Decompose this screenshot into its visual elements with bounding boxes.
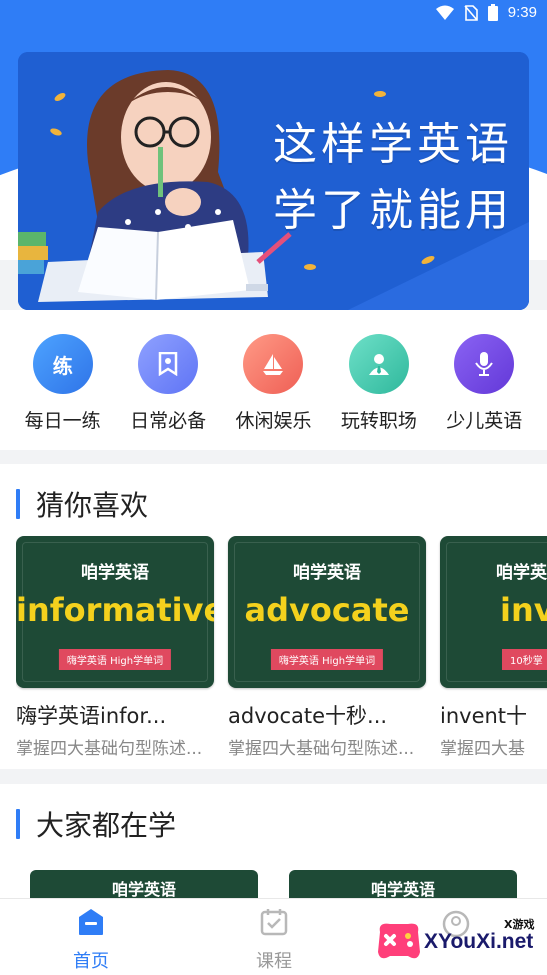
thumbnail-brand: 咱学英语 bbox=[370, 880, 435, 898]
course-subtitle: 掌握四大基础句型陈述... bbox=[16, 739, 203, 759]
section-header: 大家都在学 bbox=[16, 804, 176, 844]
banner-headline: 这样学英语 学了就能用 bbox=[273, 112, 513, 244]
course-card-peek[interactable]: 咱学英语 bbox=[30, 870, 258, 898]
status-time: 9:39 bbox=[507, 4, 537, 21]
battery-icon bbox=[487, 4, 498, 21]
course-title: invent十 bbox=[440, 704, 528, 728]
category-workplace[interactable]: 玩转职场 bbox=[331, 330, 427, 440]
thumbnail-word: advocate bbox=[244, 591, 410, 629]
thumbnail-tag: 嗨学英语 High学单词 bbox=[270, 649, 384, 670]
section-header: 猜你喜欢 bbox=[16, 484, 148, 524]
wifi-icon bbox=[435, 5, 454, 20]
category-kids-english[interactable]: 少儿英语 bbox=[436, 330, 532, 440]
thumbnail-brand: 咱学英语 bbox=[111, 880, 176, 898]
site-watermark: X游戏 XYouXi.net bbox=[372, 908, 547, 970]
tab-label: 首页 bbox=[73, 951, 109, 972]
course-thumbnail: 咱学英语 inv 10秒掌 bbox=[440, 536, 547, 688]
banner-line-2: 学了就能用 bbox=[273, 185, 513, 236]
tab-courses[interactable]: 课程 bbox=[229, 907, 319, 973]
no-sim-icon bbox=[464, 4, 478, 21]
course-card[interactable]: 咱学英语 advocate 嗨学英语 High学单词 advocate十秒...… bbox=[228, 536, 426, 759]
thumbnail-tag: 嗨学英语 High学单词 bbox=[58, 649, 172, 670]
microphone-icon bbox=[454, 334, 515, 394]
bookmark-icon bbox=[138, 334, 199, 394]
course-card-peek[interactable]: 咱学英语 bbox=[289, 870, 517, 898]
guess-you-like-section: 猜你喜欢 咱学英语 informative 嗨学英语 High学单词 嗨学英语i… bbox=[0, 464, 547, 769]
calendar-check-icon bbox=[260, 909, 288, 936]
course-card[interactable]: 咱学英语 inv 10秒掌 invent十 掌握四大基 bbox=[440, 536, 547, 759]
section-title: 大家都在学 bbox=[36, 809, 177, 842]
watermark-text: XYouXi.net bbox=[424, 930, 534, 953]
category-label: 玩转职场 bbox=[340, 410, 417, 432]
gamepad-icon bbox=[378, 923, 420, 959]
category-label: 日常必备 bbox=[130, 410, 207, 432]
section-title: 猜你喜欢 bbox=[36, 489, 149, 522]
category-row: 练 每日一练 日常必备 休闲娱乐 玩转职场 少儿英语 bbox=[0, 330, 547, 440]
category-daily-essentials[interactable]: 日常必备 bbox=[120, 330, 216, 440]
category-label: 少儿英语 bbox=[446, 410, 523, 432]
lian-icon: 练 bbox=[32, 334, 93, 394]
thumbnail-brand: 咱学英语 bbox=[496, 563, 547, 583]
promo-banner[interactable]: 这样学英语 学了就能用 bbox=[18, 52, 529, 310]
course-title: 嗨学英语infor... bbox=[16, 704, 167, 728]
course-subtitle: 掌握四大基础句型陈述... bbox=[228, 739, 415, 759]
banner-line-1: 这样学英语 bbox=[273, 119, 513, 170]
home-icon bbox=[79, 909, 103, 935]
thumbnail-word: inv bbox=[500, 591, 547, 629]
tab-home[interactable]: 首页 bbox=[46, 907, 136, 973]
card-carousel[interactable]: 咱学英语 informative 嗨学英语 High学单词 嗨学英语infor.… bbox=[16, 536, 547, 766]
thumbnail-tag: 10秒掌 bbox=[502, 649, 547, 670]
course-thumbnail: 咱学英语 advocate 嗨学英语 High学单词 bbox=[228, 536, 426, 688]
everyone-learning-section: 大家都在学 咱学英语 咱学英语 bbox=[0, 784, 547, 898]
section-accent-bar bbox=[16, 809, 20, 839]
category-leisure[interactable]: 休闲娱乐 bbox=[225, 330, 321, 440]
section-accent-bar bbox=[16, 489, 20, 519]
thumbnail-word: informative bbox=[16, 591, 214, 629]
course-title: advocate十秒... bbox=[228, 704, 388, 728]
tab-label: 课程 bbox=[256, 951, 292, 972]
person-icon bbox=[348, 334, 409, 394]
category-daily-practice[interactable]: 练 每日一练 bbox=[15, 330, 111, 440]
sailboat-icon bbox=[243, 334, 304, 394]
thumbnail-brand: 咱学英语 bbox=[81, 563, 149, 583]
course-subtitle: 掌握四大基 bbox=[440, 739, 525, 759]
thumbnail-brand: 咱学英语 bbox=[293, 563, 361, 583]
category-label: 休闲娱乐 bbox=[235, 410, 312, 432]
course-thumbnail: 咱学英语 informative 嗨学英语 High学单词 bbox=[16, 536, 214, 688]
status-bar: 9:39 bbox=[0, 0, 547, 30]
course-card[interactable]: 咱学英语 informative 嗨学英语 High学单词 嗨学英语infor.… bbox=[16, 536, 214, 759]
category-label: 每日一练 bbox=[24, 410, 101, 432]
